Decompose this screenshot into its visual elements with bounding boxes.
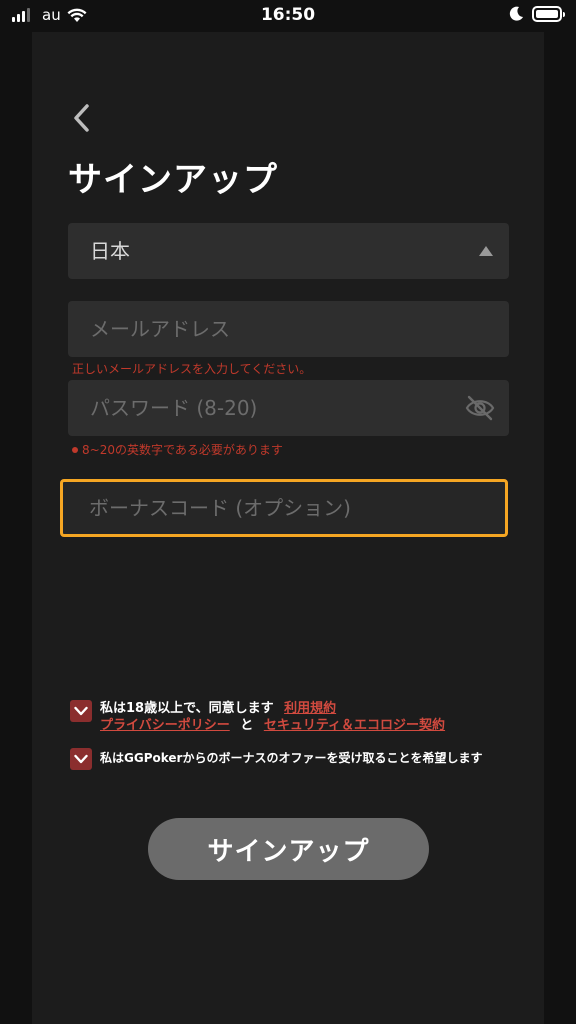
checkmark-icon — [74, 754, 88, 764]
terms-checkbox[interactable] — [70, 700, 92, 722]
password-hint-text: 8~20の英数字である必要があります — [82, 443, 283, 457]
hint-dot-icon — [72, 446, 78, 453]
terms-link[interactable]: 利用規約 — [284, 701, 336, 716]
eye-off-icon[interactable] — [465, 395, 495, 421]
bonus-offer-row: 私はGGPokerからのボーナスのオファーを受け取ることを希望します — [70, 748, 482, 770]
status-right — [508, 6, 565, 22]
caret-up-icon — [479, 246, 493, 256]
email-field-wrapper — [68, 301, 509, 357]
status-time: 16:50 — [260, 5, 316, 25]
terms-agreement-row: 私は18歳以上で、同意します 利用規約 プライバシーポリシー と セキュリティ＆… — [70, 700, 445, 734]
password-hint: 8~20の英数字である必要があります — [72, 441, 283, 458]
signup-panel: サインアップ 日本 正しいメールアドレスを入力してください。 8~20の英数字で… — [32, 32, 544, 1024]
chevron-left-icon[interactable] — [68, 100, 96, 136]
bonus-offer-text: 私はGGPokerからのボーナスのオファーを受け取ることを希望します — [100, 751, 483, 765]
page-title: サインアップ — [68, 160, 278, 200]
country-value: 日本 — [90, 239, 130, 263]
email-error: 正しいメールアドレスを入力してください。 — [72, 362, 312, 376]
security-link[interactable]: セキュリティ＆エコロジー契約 — [264, 718, 445, 733]
privacy-link[interactable]: プライバシーポリシー — [100, 718, 230, 733]
password-field[interactable] — [90, 380, 460, 436]
signup-button[interactable]: サインアップ — [148, 818, 429, 880]
bonus-offer-checkbox[interactable] — [70, 748, 92, 770]
moon-icon — [509, 6, 523, 21]
terms-conjunction: と — [240, 718, 254, 733]
bonus-code-field[interactable] — [89, 482, 459, 534]
email-field[interactable] — [90, 301, 460, 357]
battery-icon — [532, 6, 565, 22]
bonus-code-field-wrapper — [60, 479, 508, 537]
country-select[interactable]: 日本 — [68, 223, 509, 279]
password-field-wrapper — [68, 380, 509, 436]
terms-text-block: 私は18歳以上で、同意します 利用規約 プライバシーポリシー と セキュリティ＆… — [100, 700, 445, 734]
checkmark-icon — [74, 706, 88, 716]
terms-text: 私は18歳以上で、同意します — [100, 701, 274, 716]
status-bar: au 16:50 — [0, 0, 576, 32]
